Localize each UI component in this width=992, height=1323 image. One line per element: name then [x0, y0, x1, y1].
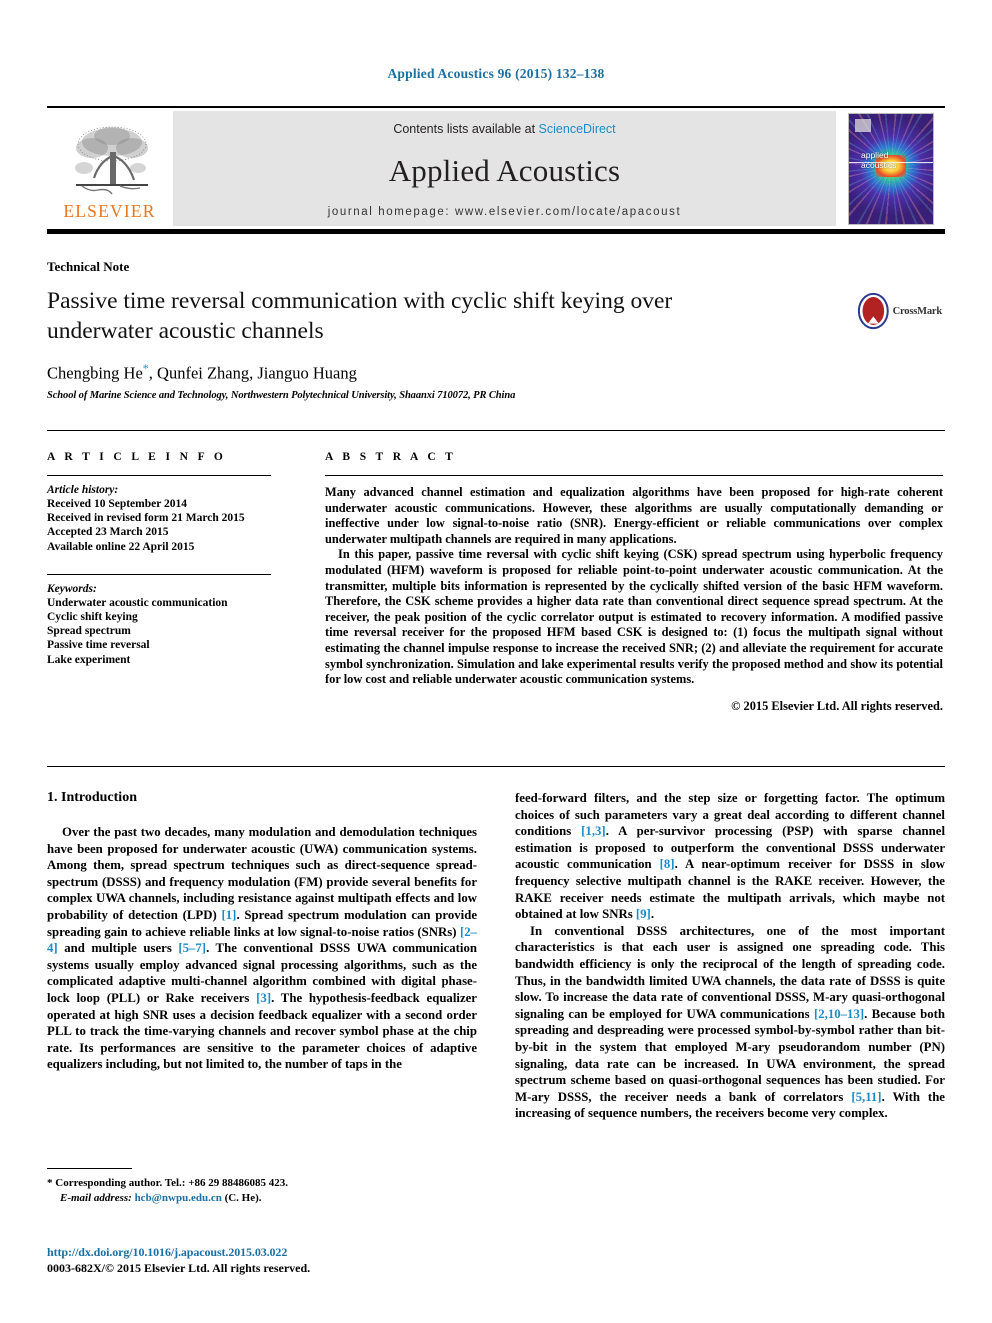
doi-link[interactable]: http://dx.doi.org/10.1016/j.apacoust.201… [47, 1245, 517, 1260]
citation-ref[interactable]: [5–7] [178, 941, 206, 955]
author-list: Chengbing He*, Qunfei Zhang, Jianguo Hua… [47, 361, 357, 384]
sciencedirect-link[interactable]: ScienceDirect [539, 122, 616, 136]
page-footer: http://dx.doi.org/10.1016/j.apacoust.201… [47, 1245, 517, 1276]
footnote-star: * [47, 1177, 53, 1189]
body-paragraph: Over the past two decades, many modulati… [47, 824, 477, 1073]
author-rest: , Qunfei Zhang, Jianguo Huang [148, 363, 357, 383]
running-head: Applied Acoustics 96 (2015) 132–138 [387, 66, 605, 81]
masthead-center: Contents lists available at ScienceDirec… [172, 111, 837, 226]
cover-title: applied acoustics [861, 150, 896, 170]
contents-prefix: Contents lists available at [393, 122, 539, 136]
footnote-corresponding: * Corresponding author. Tel.: +86 29 884… [47, 1176, 477, 1191]
email-address-label: E-mail address: [60, 1191, 132, 1204]
affiliation: School of Marine Science and Technology,… [47, 390, 516, 401]
email-link[interactable]: hcb@nwpu.edu.cn [135, 1192, 222, 1204]
cover-title-line1: applied [861, 149, 889, 160]
history-item: Accepted 23 March 2015 [47, 526, 169, 539]
keyword-item: Passive time reversal [47, 639, 150, 652]
email-owner: (C. He). [224, 1191, 262, 1204]
footnote-corresponding-text: Corresponding author. Tel.: +86 29 88486… [55, 1177, 288, 1189]
abstract-divider [325, 475, 943, 476]
keyword-item: Spread spectrum [47, 625, 131, 638]
journal-cover-thumbnail[interactable]: applied acoustics [837, 111, 945, 226]
article-info-label: A R T I C L E I N F O [47, 451, 227, 463]
abstract-paragraph: In this paper, passive time reversal wit… [325, 547, 943, 687]
info-block-bottom-rule [47, 766, 945, 767]
article-type-label: Technical Note [47, 259, 130, 274]
cover-artwork: applied acoustics [848, 112, 934, 225]
keywords-divider [47, 573, 271, 575]
history-item: Available online 22 April 2015 [47, 540, 195, 553]
footnote-rule [47, 1168, 132, 1169]
history-item: Received 10 September 2014 [47, 498, 187, 510]
contents-available-line: Contents lists available at ScienceDirec… [393, 122, 615, 136]
journal-homepage-link[interactable]: journal homepage: www.elsevier.com/locat… [328, 206, 682, 220]
history-item: Received in revised form 21 March 2015 [47, 512, 245, 525]
citation-ref[interactable]: [1] [222, 908, 237, 922]
cover-title-line2: acoustics [861, 159, 897, 170]
author-first: Chengbing He [47, 363, 143, 383]
keyword-item: Cyclic shift keying [47, 611, 138, 624]
journal-title: Applied Acoustics [388, 153, 621, 188]
citation-ref[interactable]: [5,11] [851, 1090, 881, 1104]
elsevier-tree-icon [74, 126, 148, 195]
cover-elsevier-mark [855, 118, 871, 132]
crossmark-label: CrossMark [892, 305, 943, 317]
journal-article-page: Applied Acoustics 96 (2015) 132–138 ELSE… [0, 0, 992, 1323]
article-title: Passive time reversal communication with… [47, 288, 673, 344]
body-paragraph: In conventional DSSS architectures, one … [515, 923, 945, 1122]
crossmark-badge[interactable]: CrossMark [858, 288, 942, 334]
elsevier-logo[interactable]: ELSEVIER [47, 111, 172, 226]
abstract-paragraph: Many advanced channel estimation and equ… [325, 485, 943, 546]
footnote-block: * Corresponding author. Tel.: +86 29 884… [47, 1176, 477, 1205]
citation-ref[interactable]: [2,10–13] [814, 1007, 864, 1021]
info-block-top-rule [47, 430, 945, 431]
footnote-email-line: E-mail address: hcb@nwpu.edu.cn (C. He). [47, 1191, 477, 1206]
body-text: and multiple users [57, 941, 179, 956]
article-info-divider [47, 475, 271, 476]
keyword-item: Lake experiment [47, 653, 131, 666]
article-info-column: A R T I C L E I N F O Article history: R… [47, 451, 289, 667]
citation-ref[interactable]: [3] [256, 991, 271, 1005]
body-column-left: 1. Introduction Over the past two decade… [47, 790, 477, 1073]
citation-ref[interactable]: [1,3] [581, 824, 606, 838]
citation-ref[interactable]: [8] [660, 857, 675, 871]
issn-copyright-line: 0003-682X/© 2015 Elsevier Ltd. All right… [47, 1261, 311, 1275]
abstract-copyright: © 2015 Elsevier Ltd. All rights reserved… [731, 698, 943, 713]
body-column-right: feed-forward filters, and the step size … [515, 790, 945, 1122]
crossmark-icon [858, 292, 889, 330]
citation-ref[interactable]: [9] [636, 907, 651, 921]
abstract-column: A B S T R A C T Many advanced channel es… [325, 451, 943, 714]
article-history-heading: Article history: [47, 484, 119, 496]
keywords-heading: Keywords: [47, 582, 97, 595]
abstract-label: A B S T R A C T [325, 451, 457, 463]
journal-masthead: ELSEVIER Contents lists available at Sci… [47, 106, 945, 234]
body-paragraph: feed-forward filters, and the step size … [515, 790, 945, 923]
section-heading-introduction: 1. Introduction [47, 790, 137, 805]
body-text: . [650, 907, 655, 922]
keyword-item: Underwater acoustic communication [47, 596, 228, 609]
elsevier-wordmark: ELSEVIER [63, 201, 156, 221]
